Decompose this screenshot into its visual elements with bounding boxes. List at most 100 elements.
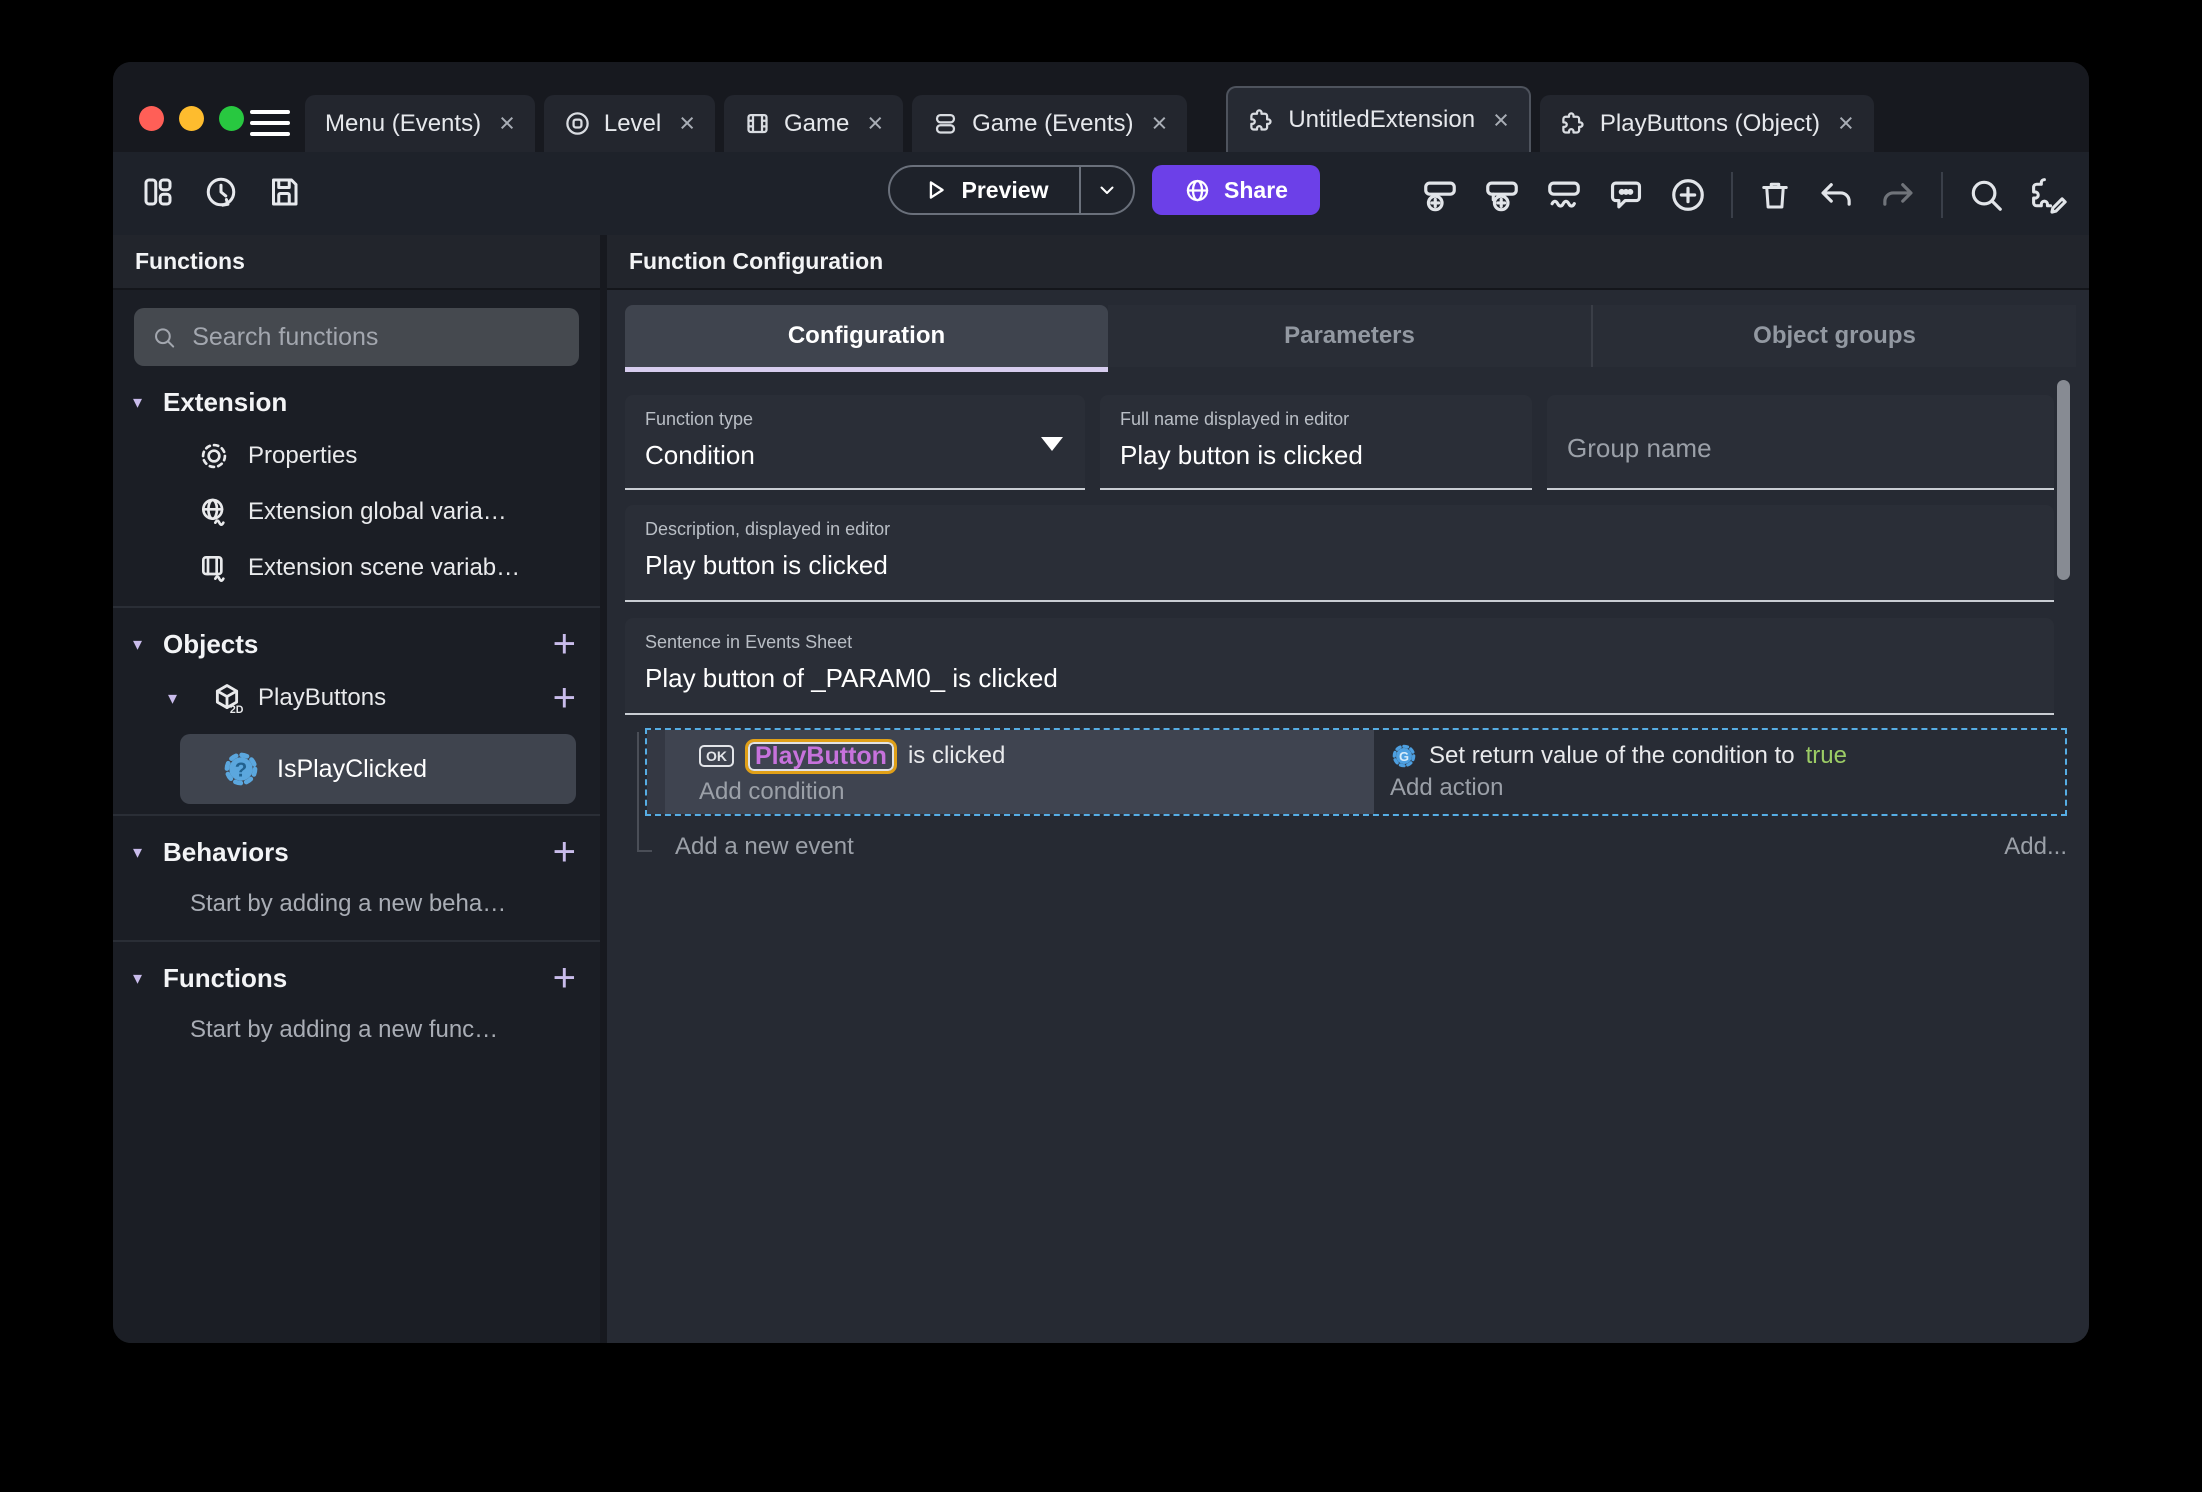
section-behaviors[interactable]: ▾ Behaviors + [113,826,600,878]
action-gear-icon: G [1392,744,1416,768]
function-type-field[interactable]: Function type Condition [625,395,1085,490]
full-name-field[interactable]: Full name displayed in editor Play butto… [1100,395,1532,490]
functions-empty-text: Start by adding a new func… [190,1016,499,1043]
film-icon [747,113,768,134]
scrollbar-thumb[interactable] [2057,380,2070,580]
add-event-more-button[interactable]: Add... [2004,833,2067,861]
scene-variable-icon [202,556,225,582]
section-extension[interactable]: ▾ Extension [113,376,600,428]
sentence-field[interactable]: Sentence in Events Sheet Play button of … [625,618,2054,715]
add-object-function-button[interactable]: + [553,678,576,718]
screen: Menu (Events) × Level × Game × Game (Eve… [0,0,2202,1492]
action-value[interactable]: true [1806,742,1847,770]
chevron-down-icon [1100,186,1114,194]
close-icon[interactable]: × [499,108,515,139]
search-functions-box[interactable] [134,308,579,366]
sentence-value: Play button of _PARAM0_ is clicked [645,663,1058,693]
chevron-down-icon[interactable]: ▾ [133,968,163,989]
section-objects[interactable]: ▾ Objects + [113,618,600,670]
toolbar: Preview Share [113,152,2089,235]
full-name-value: Play button is clicked [1120,440,1363,470]
add-condition-button[interactable]: Add condition [699,778,1374,806]
tab-playbuttons-object[interactable]: PlayButtons (Object) × [1539,95,1874,152]
main-panel-title: Function Configuration [607,235,2089,290]
add-behavior-button[interactable]: + [553,832,576,872]
close-window-button[interactable] [139,106,164,131]
sidebar-item-properties[interactable]: Properties [113,428,600,484]
action-text: Set return value of the condition to [1429,742,1795,769]
tab-configuration[interactable]: Configuration [625,305,1108,372]
main-menu-icon[interactable] [250,110,290,136]
zoom-window-button[interactable] [219,106,244,131]
chevron-down-icon[interactable]: ▾ [168,688,196,709]
preview-button[interactable]: Preview [888,165,1135,215]
divider [113,606,600,608]
add-comment-icon[interactable] [1607,176,1645,214]
share-label: Share [1224,176,1288,203]
description-field[interactable]: Description, displayed in editor Play bu… [625,505,2054,602]
close-icon[interactable]: × [1152,108,1168,139]
svg-text:?: ? [235,758,248,781]
group-name-field[interactable] [1547,395,2054,490]
search-functions-input[interactable] [190,321,561,353]
scene-icon [566,112,589,135]
close-icon[interactable]: × [679,108,695,139]
event-row-selected[interactable]: OK PlayButton is clicked Add condition G… [645,728,2067,816]
sidebar-item-extension-scene-variables[interactable]: Extension scene variab… [113,540,600,596]
configuration-tabs: Configuration Parameters Object groups [625,305,2076,372]
minimize-window-button[interactable] [179,106,204,131]
sidebar-title: Functions [113,235,600,290]
close-icon[interactable]: × [867,108,883,139]
condition-line[interactable]: OK PlayButton is clicked [699,738,1374,774]
add-event-icon[interactable] [1421,176,1459,214]
share-button[interactable]: Share [1152,165,1320,215]
svg-text:2D: 2D [230,704,244,715]
sidebar-item-isplayclicked-selected[interactable]: ? IsPlayClicked [180,734,576,804]
condition-object-token[interactable]: PlayButton [745,738,897,774]
add-action-button[interactable]: Add action [1390,774,2065,802]
close-icon[interactable]: × [1838,108,1854,139]
undo-icon[interactable] [1817,176,1855,214]
home-dashboard-icon[interactable] [140,174,176,210]
tab-menu-events[interactable]: Menu (Events) × [305,95,535,152]
chevron-down-icon[interactable]: ▾ [133,842,163,863]
tab-label: Game (Events) [972,109,1134,137]
editor-tabs: Menu (Events) × Level × Game × Game (Eve… [305,86,1874,152]
tab-game-events[interactable]: Game (Events) × [912,95,1188,152]
tab-level[interactable]: Level × [543,95,715,152]
section-functions[interactable]: ▾ Functions + [113,952,600,1004]
history-icon[interactable] [203,174,239,210]
preview-options-button[interactable] [1079,167,1133,213]
tab-object-groups[interactable]: Object groups [1591,305,2076,367]
close-icon[interactable]: × [1493,105,1509,136]
add-object-button[interactable]: + [553,624,576,664]
add-new-event-button[interactable]: Add a new event [675,833,854,861]
tab-parameters[interactable]: Parameters [1108,305,1591,367]
object-2d-cube-icon: 2D [215,684,244,715]
search-icon[interactable] [1967,176,2005,214]
redo-icon[interactable] [1879,176,1917,214]
chevron-down-icon[interactable]: ▾ [133,634,163,655]
delete-icon[interactable] [1757,177,1793,213]
play-icon [929,181,944,199]
add-function-button[interactable]: + [553,958,576,998]
search-icon [155,327,175,348]
add-subevent-icon[interactable] [1483,176,1521,214]
tab-label: Level [603,109,662,137]
sidebar-item-extension-global-variables[interactable]: Extension global varia… [113,484,600,540]
save-icon[interactable] [266,174,302,210]
button-object-icon: OK [699,745,734,767]
edit-extension-icon[interactable] [2029,175,2069,215]
add-more-icon[interactable] [1669,176,1707,214]
chevron-down-icon[interactable]: ▾ [133,392,163,413]
group-name-input[interactable] [1567,433,2034,464]
add-other-event-icon[interactable] [1545,176,1583,214]
tab-untitled-extension[interactable]: UntitledExtension × [1226,86,1531,152]
tab-game[interactable]: Game × [724,95,904,152]
toolbar-divider [1731,172,1733,218]
action-line[interactable]: G Set return value of the condition to t… [1390,742,2065,770]
sidebar-item-playbuttons[interactable]: ▾ 2D PlayButtons + [113,670,600,726]
globe-variable-icon [202,498,225,526]
actions-column: G Set return value of the condition to t… [1374,730,2065,814]
dropdown-caret-icon[interactable] [1041,437,1063,451]
